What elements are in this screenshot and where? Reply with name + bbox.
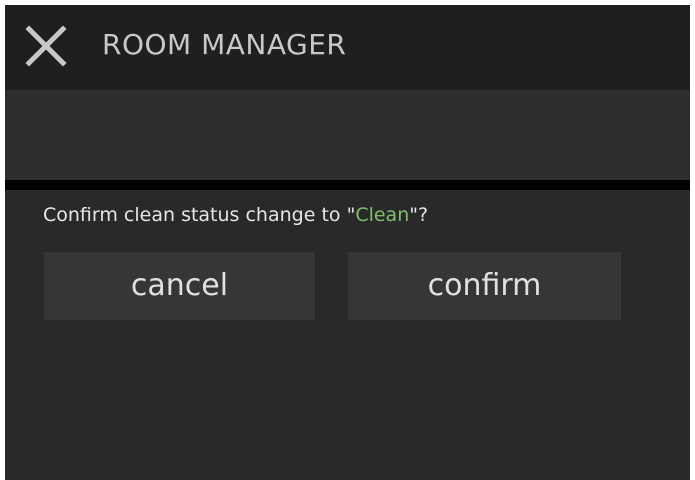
prompt-suffix: "? xyxy=(409,204,429,226)
app-header: ROOM MANAGER xyxy=(5,5,690,90)
close-button[interactable] xyxy=(23,23,69,69)
room-manager-app: ROOM MANAGER Confirm clean status change… xyxy=(5,5,690,480)
close-icon xyxy=(25,25,67,67)
confirm-prompt: Confirm clean status change to "Clean"? xyxy=(43,202,428,228)
confirm-dialog: Confirm clean status change to "Clean"? … xyxy=(5,190,690,480)
cancel-button[interactable]: cancel xyxy=(44,252,315,320)
page-title: ROOM MANAGER xyxy=(102,28,347,61)
confirm-button[interactable]: confirm xyxy=(348,252,621,320)
header-band xyxy=(5,90,690,180)
divider xyxy=(5,180,690,190)
status-value: Clean xyxy=(355,204,410,226)
prompt-prefix: Confirm clean status change to " xyxy=(43,204,356,226)
